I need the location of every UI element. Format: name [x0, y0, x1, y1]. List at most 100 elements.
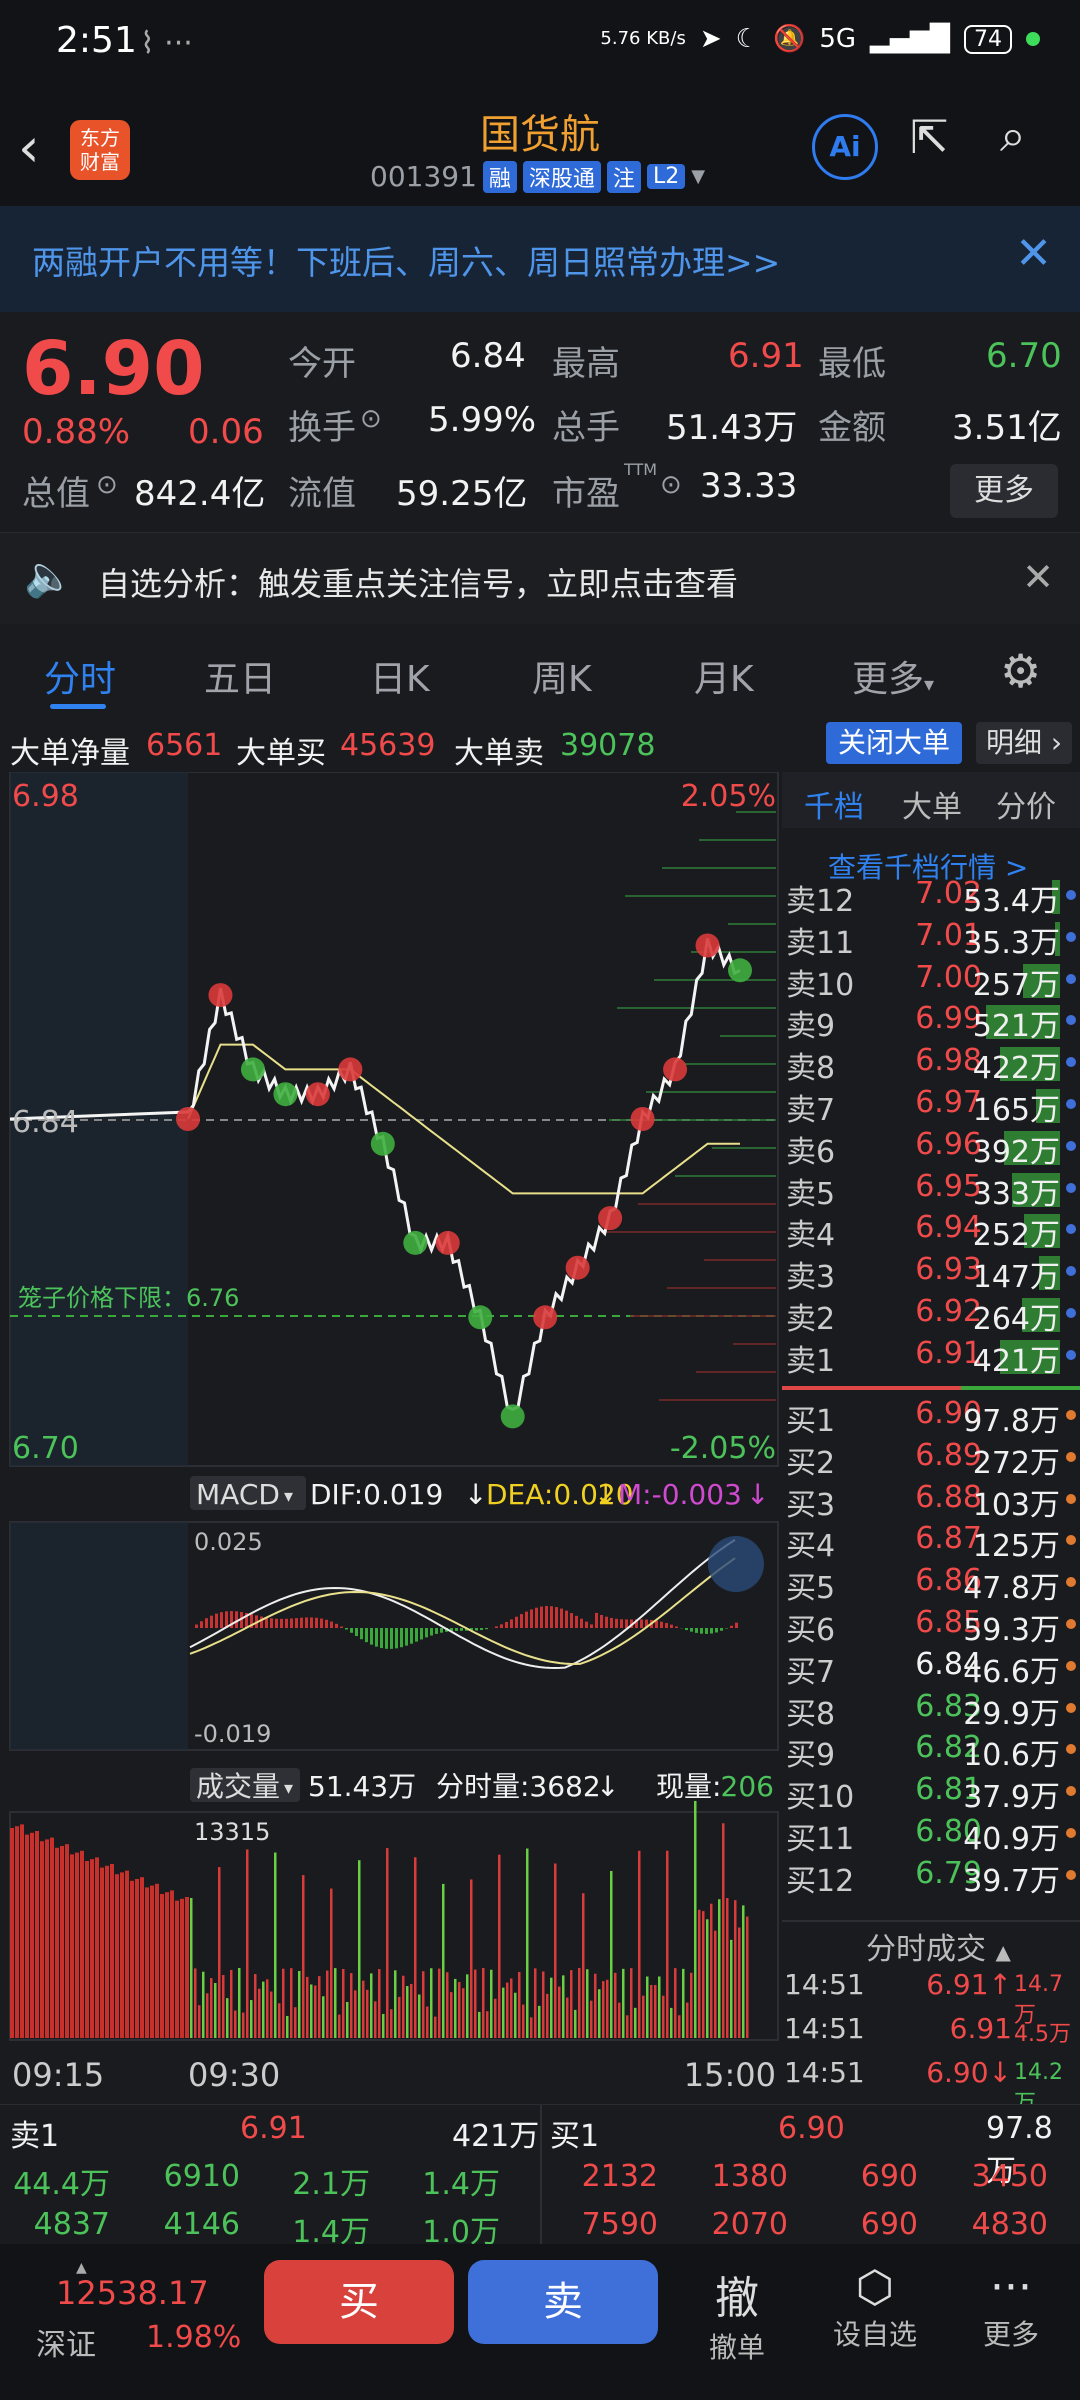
promo-banner[interactable]: 两融开户不用等！下班后、周六、周日照常办理>> ✕: [0, 206, 1080, 312]
macd-bar: [235, 1611, 238, 1628]
bid-row[interactable]: 买4 6.87 125万: [782, 1521, 1080, 1564]
ask-row[interactable]: 卖5 6.95 333万: [782, 1169, 1080, 1212]
bid-row[interactable]: 买9 6.82 10.6万: [782, 1730, 1080, 1773]
level-label: 卖9: [786, 1009, 836, 1045]
ask-row[interactable]: 卖9 6.99 521万: [782, 1001, 1080, 1045]
info-icon[interactable]: ⊙: [360, 404, 382, 434]
index-name[interactable]: 深证: [36, 2320, 96, 2364]
tab-5day[interactable]: 五日: [204, 650, 276, 702]
macd-bar: [640, 1619, 643, 1628]
expand-icon[interactable]: [708, 1536, 764, 1592]
index-pct[interactable]: 1.98%: [146, 2320, 241, 2355]
volume-bar: [642, 1995, 645, 2038]
detail-button[interactable]: 明细 ›: [976, 722, 1072, 764]
macd-bar: [500, 1624, 503, 1628]
bid-row[interactable]: 买6 6.85 59.3万: [782, 1605, 1080, 1648]
value-volume: 51.43万: [666, 408, 798, 448]
level-price: 6.99: [915, 1001, 982, 1037]
book-tab-price[interactable]: 分价: [996, 782, 1056, 826]
volume-bar: [746, 1916, 749, 2038]
status-icons-left: ⌇ ···: [140, 26, 193, 61]
ask-row[interactable]: 卖8 6.98 422万: [782, 1043, 1080, 1086]
close-icon[interactable]: ✕: [1015, 228, 1052, 279]
macd-bar: [270, 1618, 273, 1628]
current-price: 6.90: [22, 326, 205, 412]
bid-row[interactable]: 买2 6.89 272万: [782, 1438, 1080, 1481]
book-tab-1000[interactable]: 千档: [804, 782, 864, 826]
close-icon[interactable]: ✕: [1022, 555, 1054, 599]
macd-bar: [425, 1628, 428, 1638]
analysis-notice[interactable]: 🔈 自选分析：触发重点关注信号，立即点击查看 ✕: [0, 532, 1080, 626]
signal-dot: [305, 1082, 330, 1107]
book-tab-big[interactable]: 大单: [902, 782, 962, 826]
volume-bar: [554, 1863, 557, 2038]
queue-number: 2132: [581, 2159, 658, 2194]
add-watchlist-button[interactable]: ⬡ 设自选: [820, 2262, 930, 2353]
ask-row[interactable]: 卖6 6.96 392万: [782, 1127, 1080, 1170]
level-dot: [1066, 1493, 1076, 1504]
trades-title[interactable]: 分时成交 ▲: [866, 1924, 1011, 1968]
bid-row[interactable]: 买12 6.79 39.7万: [782, 1856, 1080, 1899]
auction-volume-bar: [170, 1890, 174, 2038]
stock-code-row[interactable]: 001391 融 深股通 注 L2 ▼: [370, 160, 705, 193]
intraday-charts[interactable]: 6.98 2.05% 6.70 -2.05% 6.84 笼子价格下限：6.76 …: [0, 772, 780, 2102]
bottom-nav: ▲ 12538.17 深证 1.98% 买 卖 撤撤单 ⬡ 设自选 ··· 更多: [0, 2244, 1080, 2400]
macd-label[interactable]: MACD: [196, 1478, 280, 1511]
tab-monthly-k[interactable]: 月K: [694, 650, 754, 702]
level-label: 买12: [786, 1863, 855, 1899]
volume-label[interactable]: 成交量: [196, 1770, 280, 1803]
info-icon[interactable]: ⊙: [660, 470, 682, 500]
level-dot: [1066, 1660, 1076, 1671]
bid-row[interactable]: 买10 6.81 37.9万: [782, 1772, 1080, 1815]
gear-icon[interactable]: ⚙: [1000, 644, 1041, 698]
tab-more[interactable]: 更多▾: [852, 650, 934, 702]
bid-row[interactable]: 买8 6.83 29.9万: [782, 1689, 1080, 1732]
ask-row[interactable]: 卖7 6.97 165万: [782, 1085, 1080, 1128]
close-big-order-button[interactable]: 关闭大单: [826, 722, 962, 764]
level-label: 卖5: [786, 1176, 836, 1212]
sell-button[interactable]: 卖: [468, 2260, 658, 2344]
dif-down-arrow: ↓: [464, 1478, 487, 1511]
level-dot: [1066, 1410, 1076, 1420]
macd-bottom-label: -0.019: [194, 1720, 271, 1748]
level-label: 卖10: [786, 967, 855, 1003]
queue-number: 7590: [581, 2207, 658, 2242]
bid-row[interactable]: 买3 6.88 103万: [782, 1480, 1080, 1523]
bid-row[interactable]: 买1 6.90 97.8万: [782, 1396, 1080, 1439]
macd-bar: [455, 1628, 458, 1631]
ask-row[interactable]: 卖11 7.01 35.3万: [782, 918, 1080, 961]
more-button[interactable]: 更多: [950, 464, 1058, 518]
ask-row[interactable]: 卖12 7.02 53.4万: [782, 876, 1080, 919]
promo-text[interactable]: 两融开户不用等！下班后、周六、周日照常办理>>: [32, 236, 780, 284]
volume-bar: [282, 1968, 285, 2038]
ai-button[interactable]: Ai: [812, 114, 878, 180]
buy-button[interactable]: 买: [264, 2260, 454, 2344]
info-icon[interactable]: ⊙: [96, 470, 118, 500]
macd-bar: [595, 1612, 598, 1628]
index-value[interactable]: 12538.17: [56, 2274, 209, 2312]
bid-row[interactable]: 买11 6.80 40.9万: [782, 1814, 1080, 1857]
tab-intraday[interactable]: 分时: [44, 650, 116, 702]
ask1-label: 卖1: [10, 2119, 60, 2154]
search-icon[interactable]: ⌕: [1000, 108, 1026, 164]
more-nav-button[interactable]: ··· 更多: [956, 2262, 1066, 2353]
macd-bar: [580, 1618, 583, 1628]
change-percent: 0.88%: [22, 412, 131, 452]
level-dot: [1066, 973, 1076, 984]
ask-row[interactable]: 卖10 7.00 257万: [782, 960, 1080, 1003]
volume-bar: [434, 2016, 437, 2038]
ask-row[interactable]: 卖1 6.91 421万: [782, 1336, 1080, 1379]
bid-row[interactable]: 买5 6.86 47.8万: [782, 1563, 1080, 1606]
bid-row[interactable]: 买7 6.84 46.6万: [782, 1647, 1080, 1690]
ask-row[interactable]: 卖4 6.94 252万: [782, 1210, 1080, 1253]
ask-row[interactable]: 卖2 6.92 264万: [782, 1294, 1080, 1337]
share-icon[interactable]: ⇱: [910, 110, 949, 164]
ask-row[interactable]: 卖3 6.93 147万: [782, 1252, 1080, 1295]
tab-daily-k[interactable]: 日K: [370, 650, 430, 702]
auction-volume-bar: [150, 1885, 154, 2038]
withdraw-button[interactable]: 撤撤单: [682, 2262, 792, 2366]
tab-weekly-k[interactable]: 周K: [532, 650, 592, 702]
macd-bar: [605, 1616, 608, 1628]
notice-text[interactable]: 自选分析：触发重点关注信号，立即点击查看: [98, 559, 738, 605]
auction-volume-bar: [155, 1883, 159, 2038]
